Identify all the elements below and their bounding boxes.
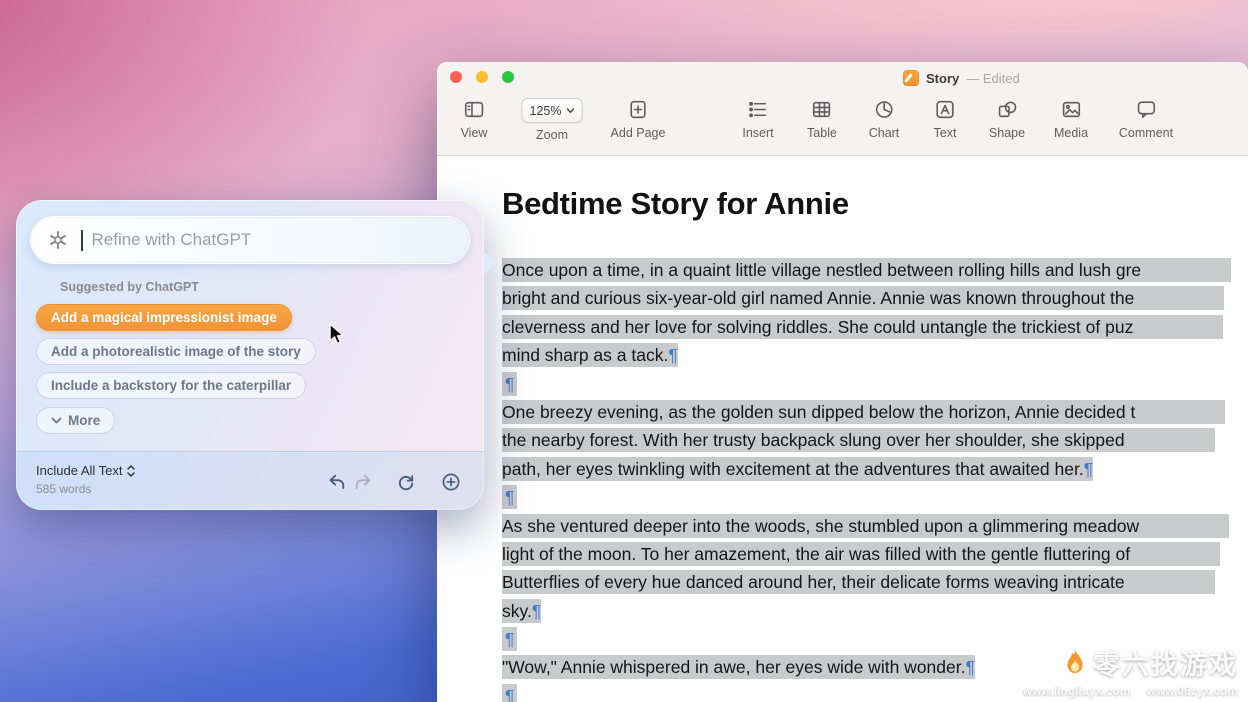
input-placeholder: Refine with ChatGPT [92,230,252,250]
chevron-down-icon [566,108,574,114]
pilcrow-mark: ¶ [668,345,677,365]
text-line[interactable]: the nearby forest. With her trusty backp… [502,426,1248,454]
pages-window: Story — Edited View 125% Zoom [437,62,1248,702]
suggestion-photorealistic-image[interactable]: Add a photorealistic image of the story [36,338,316,365]
chatgpt-panel: Refine with ChatGPT Suggested by ChatGPT… [16,200,484,510]
toolbar-chart-button[interactable]: Chart [869,98,900,140]
text-cursor [81,230,83,251]
edited-status: — Edited [966,71,1019,86]
mouse-cursor [326,322,348,346]
pilcrow-mark: ¶ [505,629,514,649]
text-line[interactable]: ¶ [502,370,1248,398]
document-canvas[interactable]: Bedtime Story for Annie Once upon a time… [437,156,1248,702]
suggestion-caterpillar-backstory[interactable]: Include a backstory for the caterpillar [36,372,306,399]
zoom-window-button[interactable] [502,71,514,83]
document-title: Story [926,71,959,86]
text-line[interactable]: Butterflies of every hue danced around h… [502,568,1248,596]
pilcrow-mark: ¶ [505,487,514,507]
toolbar-table-button[interactable]: Table [807,98,837,140]
zoom-value-button[interactable]: 125% [522,98,583,123]
text-line[interactable]: sky.¶ [502,597,1248,625]
window-chrome[interactable]: Story — Edited View 125% Zoom [437,62,1248,156]
shape-icon [996,98,1019,121]
text-line[interactable]: One breezy evening, as the golden sun di… [502,398,1248,426]
toolbar-add-page-button[interactable]: Add Page [611,98,666,140]
minimize-button[interactable] [476,71,488,83]
undo-button[interactable] [327,472,347,492]
comment-icon [1135,98,1158,121]
desktop-wallpaper: Story — Edited View 125% Zoom [0,0,1248,702]
watermark-flame-icon [1063,648,1087,678]
toolbar-media-button[interactable]: Media [1054,98,1088,140]
pilcrow-mark: ¶ [505,374,514,394]
add-button[interactable] [441,472,461,492]
toolbar-shape-button[interactable]: Shape [989,98,1025,140]
pilcrow-mark: ¶ [965,657,974,677]
insert-icon [746,98,769,121]
table-icon [810,98,833,121]
add-page-icon [626,98,649,121]
text-line[interactable]: bright and curious six-year-old girl nam… [502,284,1248,312]
chevron-down-icon [51,417,62,424]
chart-icon [872,98,895,121]
regenerate-button[interactable] [396,472,416,492]
close-button[interactable] [450,71,462,83]
redo-button[interactable] [353,472,373,492]
text-line[interactable]: As she ventured deeper into the woods, s… [502,512,1248,540]
suggestion-magical-impressionist-image[interactable]: Add a magical impressionist image [36,304,292,331]
toolbar-text-button[interactable]: Text [934,98,957,140]
watermark-urls: www.lingliuyx.com www.06zyx.com [1023,684,1238,698]
toolbar-zoom-control[interactable]: 125% Zoom [522,98,583,142]
word-count: 585 words [36,482,91,496]
toolbar-insert-button[interactable]: Insert [742,98,773,140]
toolbar-view-button[interactable]: View [461,98,488,140]
pilcrow-mark: ¶ [1084,459,1093,479]
more-suggestions-button[interactable]: More [36,407,115,434]
text-icon [934,98,957,121]
suggested-by-label: Suggested by ChatGPT [60,280,199,294]
text-line[interactable]: ¶ [502,483,1248,511]
pages-app-icon [903,70,919,86]
document-text: Once upon a time, in a quaint little vil… [502,256,1248,702]
text-line[interactable]: Once upon a time, in a quaint little vil… [502,256,1248,284]
pilcrow-mark: ¶ [505,686,514,702]
chatgpt-logo-icon [47,229,69,251]
window-title-group: Story — Edited [903,68,1020,88]
chatgpt-input[interactable]: Refine with ChatGPT [30,216,470,264]
panel-callout-arrow [484,252,499,274]
panel-footer: Include All Text 585 words [16,451,484,510]
toolbar-comment-button[interactable]: Comment [1119,98,1173,140]
text-line[interactable]: light of the moon. To her amazement, the… [502,540,1248,568]
include-all-text-selector[interactable]: Include All Text [36,463,136,478]
pilcrow-mark: ¶ [532,601,541,621]
text-line[interactable]: cleverness and her love for solving ridd… [502,313,1248,341]
watermark: 零六找游戏 www.lingliuyx.com www.06zyx.com [1023,643,1238,698]
view-icon [463,98,486,121]
up-down-chevrons-icon [126,464,136,478]
text-line[interactable]: path, her eyes twinkling with excitement… [502,455,1248,483]
document-heading[interactable]: Bedtime Story for Annie [502,186,1248,222]
media-icon [1059,98,1082,121]
text-line[interactable]: mind sharp as a tack.¶ [502,341,1248,369]
watermark-title: 零六找游戏 [1093,643,1238,682]
